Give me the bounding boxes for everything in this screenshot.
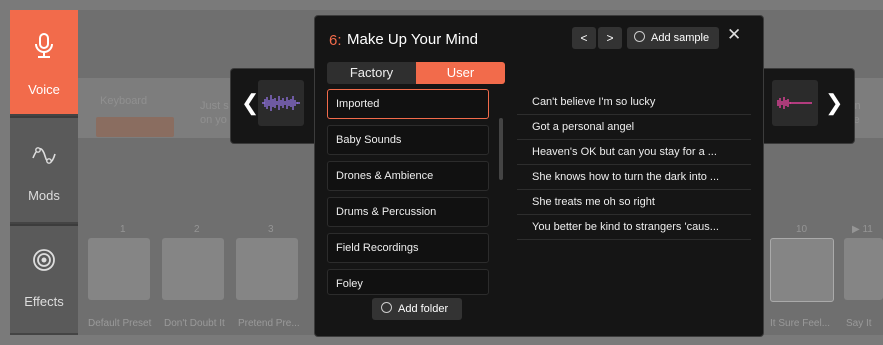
background-keyboard-label: Keyboard [100, 95, 148, 107]
microphone-icon [35, 33, 53, 58]
background-tile-caption: Don't Doubt It [164, 318, 225, 329]
background-hint-line1: Just s [200, 100, 229, 112]
sidebar-item-label: Voice [28, 82, 60, 97]
background-number: 3 [268, 224, 274, 235]
background-tile-caption: It Sure Feel... [770, 318, 831, 329]
sidebar: Voice Mods Effects [10, 10, 78, 335]
sample-item[interactable]: You better be kind to strangers 'caus... [517, 215, 751, 240]
add-sample-label: Add sample [651, 32, 710, 44]
sidebar-item-label: Effects [24, 294, 64, 309]
next-button[interactable]: > [598, 27, 622, 49]
background-number: 1 [120, 224, 126, 235]
background-tile-caption: Default Preset [88, 318, 152, 329]
background-tile-caption: Pretend Pre... [238, 318, 300, 329]
folder-item[interactable]: Drones & Ambience [327, 161, 489, 191]
sidebar-item-effects[interactable]: Effects [10, 226, 78, 335]
next-preset-arrow[interactable]: ❯ [825, 90, 843, 116]
add-circle-icon [634, 31, 645, 42]
folder-item[interactable]: Imported [327, 89, 489, 119]
sample-item[interactable]: She knows how to turn the dark into ... [517, 165, 751, 190]
background-preset-tile [844, 238, 883, 300]
tab-user[interactable]: User [416, 62, 505, 84]
next-preset-thumbnail[interactable] [772, 80, 818, 126]
folder-item[interactable]: Baby Sounds [327, 125, 489, 155]
sample-browser-dialog: 6: Make Up Your Mind < > Add sample ✕ Fa… [314, 15, 764, 337]
tab-factory[interactable]: Factory [327, 62, 416, 84]
background-number: ▶ 11 [852, 224, 873, 235]
dialog-title: Make Up Your Mind [347, 31, 478, 48]
previous-preset-thumbnail[interactable] [258, 80, 304, 126]
background-tile-caption: Say It [846, 318, 872, 329]
background-hint-line2: on yo [200, 114, 227, 126]
folder-item[interactable]: Field Recordings [327, 233, 489, 263]
folder-item[interactable]: Drums & Percussion [327, 197, 489, 227]
add-sample-button[interactable]: Add sample [627, 27, 719, 49]
slot-number: 6: [329, 32, 342, 49]
sample-item[interactable]: Heaven's OK but can you stay for a ... [517, 140, 751, 165]
background-number: 10 [796, 224, 808, 235]
close-icon[interactable]: ✕ [727, 25, 741, 45]
add-folder-label: Add folder [398, 303, 449, 315]
library-tabs: Factory User [327, 62, 505, 84]
sidebar-item-voice[interactable]: Voice [10, 10, 78, 116]
background-preset-tile [162, 238, 224, 300]
previous-button[interactable]: < [572, 27, 596, 49]
background-preset-tile [88, 238, 150, 300]
folder-item[interactable]: Foley [327, 269, 489, 295]
folder-scrollbar[interactable] [499, 118, 503, 180]
background-preset-tile [236, 238, 298, 300]
sample-item[interactable]: She treats me oh so right [517, 190, 751, 215]
sidebar-item-label: Mods [28, 188, 60, 203]
add-folder-button[interactable]: Add folder [372, 298, 462, 320]
effects-icon [33, 249, 55, 271]
sidebar-item-mods[interactable]: Mods [10, 118, 78, 224]
waveform-icon [777, 97, 812, 109]
previous-preset-arrow[interactable]: ❮ [241, 90, 259, 116]
waveform-icon [262, 95, 300, 111]
add-circle-icon [381, 302, 392, 313]
background-button [96, 117, 174, 137]
background-preset-tile [770, 238, 834, 302]
sample-item[interactable]: Got a personal angel [517, 115, 751, 140]
background-number: 2 [194, 224, 200, 235]
mod-curve-icon [32, 147, 56, 164]
sample-item[interactable]: Can't believe I'm so lucky [517, 90, 751, 115]
